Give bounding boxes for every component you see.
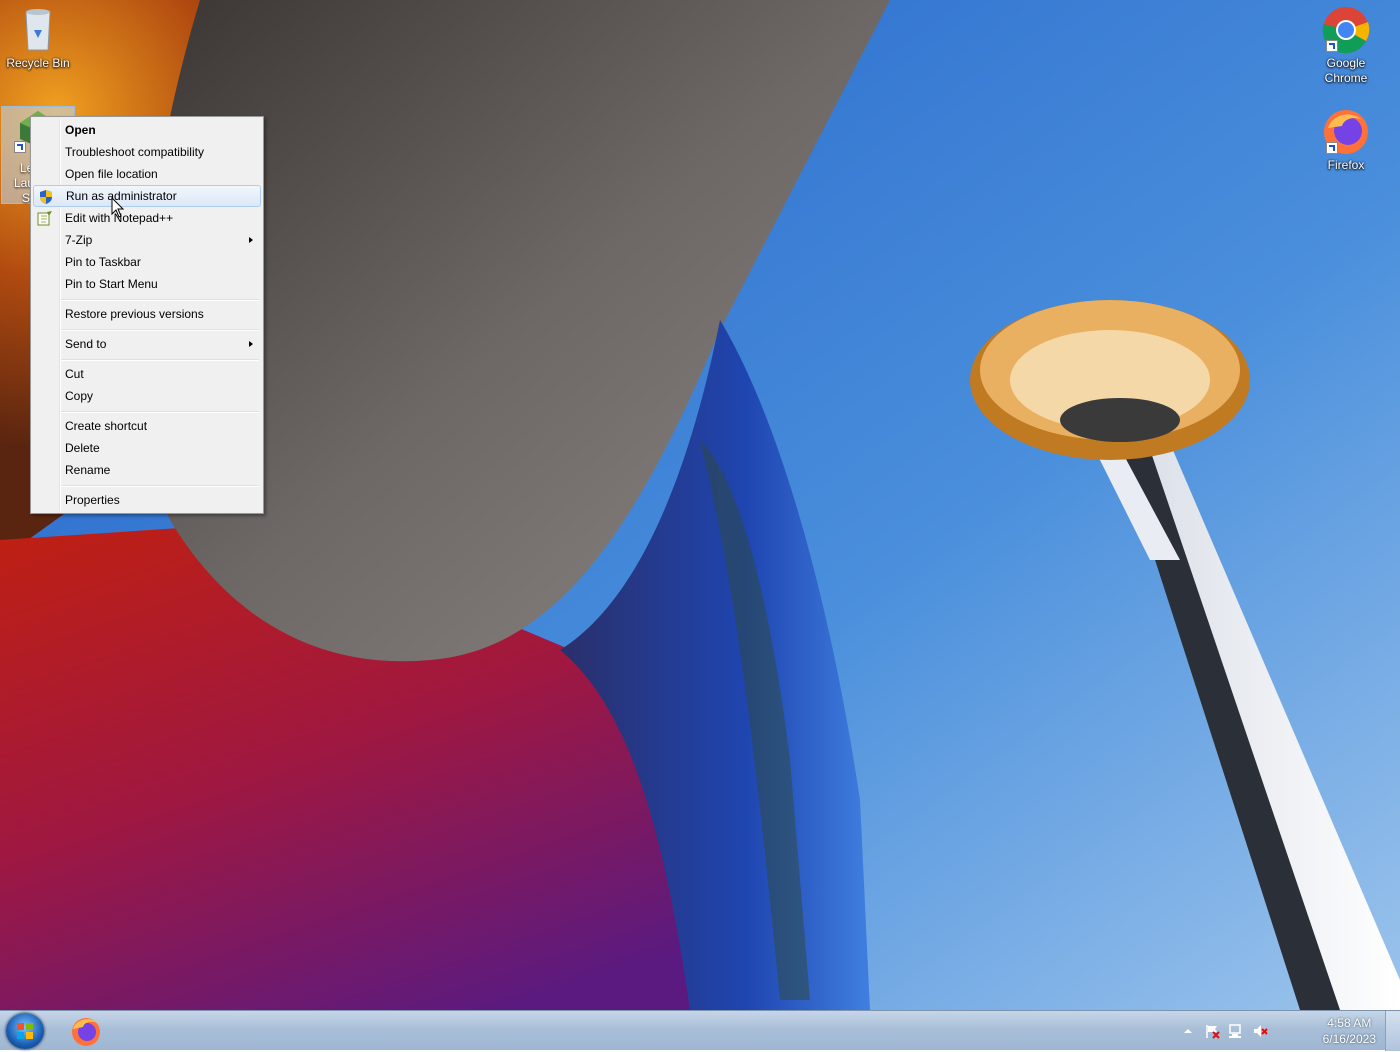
shortcut-arrow-icon [14, 141, 26, 153]
menu-item-pin-to-start-menu[interactable]: Pin to Start Menu [33, 273, 261, 295]
menu-item-edit-with-notepadpp[interactable]: Edit with Notepad++ [33, 207, 261, 229]
taskbar: 4:58 AM 6/16/2023 [0, 1010, 1400, 1051]
menu-item-restore-previous-versions[interactable]: Restore previous versions [33, 303, 261, 325]
system-tray: 4:58 AM 6/16/2023 [1180, 1011, 1400, 1051]
taskbar-clock[interactable]: 4:58 AM 6/16/2023 [1323, 1015, 1376, 1047]
context-menu: Open Troubleshoot compatibility Open fil… [30, 116, 264, 514]
menu-item-cut[interactable]: Cut [33, 363, 261, 385]
shortcut-arrow-icon [1326, 142, 1338, 154]
recycle-bin-icon [14, 6, 62, 54]
menu-item-open[interactable]: Open [33, 119, 261, 141]
desktop-icon-label: Firefox [1327, 158, 1365, 172]
uac-shield-icon [40, 190, 52, 204]
desktop-icon-label: Recycle Bin [6, 56, 70, 70]
menu-item-copy[interactable]: Copy [33, 385, 261, 407]
menu-separator [61, 359, 259, 361]
mouse-cursor-icon [111, 197, 125, 218]
taskbar-firefox-button[interactable] [66, 1013, 106, 1049]
submenu-arrow-icon [249, 341, 253, 347]
menu-item-open-file-location[interactable]: Open file location [33, 163, 261, 185]
volume-muted-icon[interactable] [1252, 1023, 1268, 1039]
desktop-icon-firefox[interactable]: Firefox [1308, 108, 1384, 173]
show-desktop-button[interactable] [1385, 1011, 1400, 1051]
desktop-icon-recycle-bin[interactable]: Recycle Bin [0, 6, 76, 71]
menu-item-7zip[interactable]: 7-Zip [33, 229, 261, 251]
menu-item-troubleshoot-compatibility[interactable]: Troubleshoot compatibility [33, 141, 261, 163]
menu-separator [61, 485, 259, 487]
clock-time: 4:58 AM [1327, 1016, 1372, 1030]
menu-separator [61, 299, 259, 301]
menu-item-create-shortcut[interactable]: Create shortcut [33, 415, 261, 437]
show-hidden-icons-icon[interactable] [1180, 1023, 1196, 1039]
menu-item-send-to[interactable]: Send to [33, 333, 261, 355]
desktop-icon-chrome[interactable]: Google Chrome [1308, 6, 1384, 86]
notepadpp-icon [37, 211, 52, 226]
menu-item-delete[interactable]: Delete [33, 437, 261, 459]
network-icon[interactable] [1228, 1023, 1244, 1039]
menu-separator [61, 411, 259, 413]
desktop-icon-label: Google Chrome [1324, 56, 1368, 85]
chrome-icon [1322, 6, 1370, 54]
windows-orb-icon [17, 1023, 33, 1039]
menu-item-pin-to-taskbar[interactable]: Pin to Taskbar [33, 251, 261, 273]
menu-separator [61, 329, 259, 331]
action-center-flag-icon[interactable] [1204, 1023, 1220, 1039]
shortcut-arrow-icon [1326, 40, 1338, 52]
menu-item-run-as-administrator[interactable]: Run as administrator [33, 185, 261, 207]
clock-date: 6/16/2023 [1322, 1032, 1376, 1046]
firefox-icon [72, 1018, 100, 1046]
firefox-icon [1322, 108, 1370, 156]
menu-item-properties[interactable]: Properties [33, 489, 261, 511]
submenu-arrow-icon [249, 237, 253, 243]
start-button[interactable] [6, 1013, 44, 1049]
menu-item-rename[interactable]: Rename [33, 459, 261, 481]
